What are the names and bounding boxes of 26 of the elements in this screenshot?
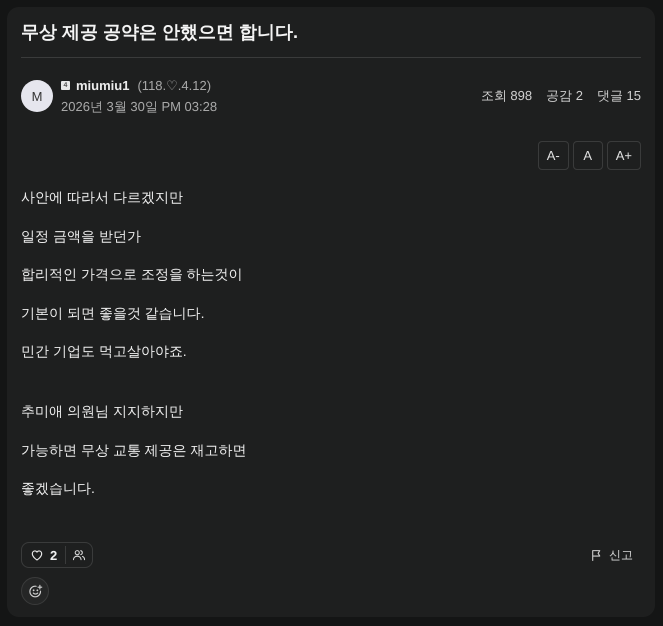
post-title: 무상 제공 공약은 안했으면 합니다. xyxy=(21,21,300,44)
post-stat: 댓글 15 xyxy=(596,87,641,105)
font-size-button[interactable]: A- xyxy=(538,141,569,170)
body-paragraph: 민간 기업도 먹고살아야죠. xyxy=(21,342,188,361)
body-paragraph: 추미애 의원님 지지하지만 xyxy=(21,402,184,421)
avatar[interactable]: M xyxy=(21,80,53,112)
ip-address: (118.♡.4.12) xyxy=(137,77,212,95)
post-stat: 공감 2 xyxy=(546,87,583,105)
font-size-button[interactable]: A xyxy=(572,141,603,170)
body-paragraph: 기본이 되면 좋을것 같습니다. xyxy=(21,304,206,322)
report-button[interactable]: 신고 xyxy=(582,542,641,568)
body-paragraph: 사안에 따라서 다르겠지만 xyxy=(21,188,184,207)
people-icon xyxy=(72,548,86,562)
body-paragraph: 가능하면 무상 교통 제공은 재고하면 xyxy=(21,440,248,460)
flag-icon xyxy=(590,548,603,562)
post-stat: 조회 898 xyxy=(480,87,532,105)
post-date: 2026년 3월 30일 PM 03:28 xyxy=(61,98,218,116)
body-paragraph: 합리적인 가격으로 조정을 하는것이 xyxy=(21,265,244,284)
username[interactable]: miumiu1 xyxy=(76,76,130,95)
add-emoji-button[interactable] xyxy=(21,577,49,605)
body-paragraph: 좋겠습니다. xyxy=(21,479,96,498)
smiley-plus-icon xyxy=(28,584,42,598)
body-paragraph: 일정 금액을 받던가 xyxy=(21,226,142,246)
heart-icon xyxy=(30,548,44,562)
like-button[interactable]: 2 xyxy=(22,543,66,567)
font-size-button[interactable]: A+ xyxy=(606,141,641,170)
